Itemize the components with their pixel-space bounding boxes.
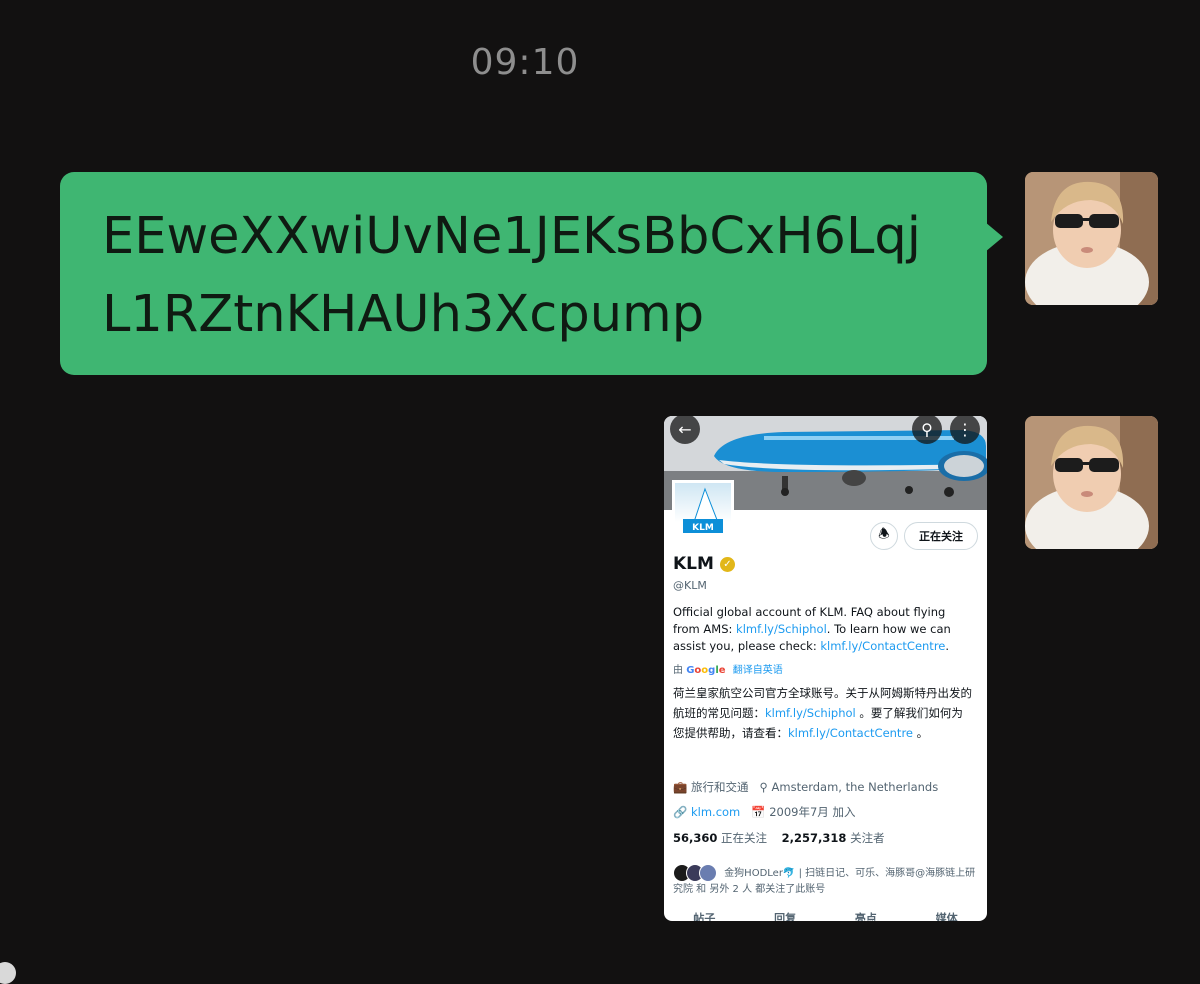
google-logo: Google (686, 665, 726, 676)
following-count[interactable]: 56,360 (673, 831, 717, 845)
followers-count[interactable]: 2,257,318 (782, 831, 847, 845)
translated-text: 。 (913, 726, 929, 740)
category-label: 旅行和交通 (690, 780, 749, 794)
shared-screenshot-image[interactable]: ← ⚲ ⋮ KLM 🕭 正在关注 KLM ✓ @KLM Official glo… (664, 416, 987, 921)
translate-by: 由 (673, 665, 683, 676)
message-timestamp: 09:10 (470, 42, 580, 83)
briefcase-icon: 💼 (673, 780, 688, 794)
notification-bell-icon[interactable]: 🕭 (870, 522, 898, 550)
following-label: 正在关注 (721, 831, 768, 845)
sender-avatar[interactable] (1025, 172, 1158, 305)
profile-meta-row: 💼 旅行和交通 ⚲ Amsterdam, the Netherlands (673, 779, 938, 795)
profile-tabs: 帖子 回复 亮点 媒体 (664, 910, 987, 921)
verified-badge-icon: ✓ (720, 557, 735, 572)
follower-avatar (699, 864, 717, 882)
tab-replies[interactable]: 回复 (774, 910, 796, 921)
chat-message-bubble[interactable]: EEweXXwiUvNe1JEKsBbCxH6LqjL1RZtnKHAUh3Xc… (60, 172, 987, 375)
location-label: Amsterdam, the Netherlands (771, 780, 939, 794)
location-pin-icon: ⚲ (759, 780, 768, 794)
svg-text:KLM: KLM (692, 523, 714, 533)
following-button[interactable]: 正在关注 (904, 522, 978, 550)
followers-label: 关注者 (850, 831, 885, 845)
bubble-tail (985, 222, 1003, 252)
calendar-icon: 📅 (751, 805, 766, 819)
profile-bio: Official global account of KLM. FAQ abou… (673, 604, 973, 655)
sender-avatar[interactable] (1025, 416, 1158, 549)
bio-link-contact[interactable]: klmf.ly/ContactCentre (820, 639, 945, 653)
klm-logo: KLM (672, 480, 734, 542)
bio-text: . (945, 639, 950, 653)
profile-meta-row: 🔗 klm.com 📅 2009年7月 加入 (673, 804, 855, 820)
joined-date: 2009年7月 加入 (769, 805, 856, 819)
followed-by-text: 金狗HODLer🐬 | 扫链日记、可乐、海豚哥@海豚链上研究院 和 另外 2 人… (673, 868, 976, 895)
translated-link-schiphol[interactable]: klmf.ly/Schiphol (765, 706, 856, 720)
website-link[interactable]: klm.com (691, 805, 740, 819)
tab-posts[interactable]: 帖子 (693, 910, 715, 921)
corner-indicator (0, 962, 16, 984)
translated-bio: 荷兰皇家航空公司官方全球账号。关于从阿姆斯特丹出发的航班的常见问题：klmf.l… (673, 683, 973, 743)
tab-media[interactable]: 媒体 (936, 910, 958, 921)
translated-link-contact[interactable]: klmf.ly/ContactCentre (788, 726, 913, 740)
link-icon: 🔗 (673, 805, 688, 819)
profile-handle: @KLM (673, 579, 707, 592)
profile-name: KLM (673, 554, 714, 574)
tab-highlights[interactable]: 亮点 (855, 910, 877, 921)
follow-counts: 56,360 正在关注 2,257,318 关注者 (673, 830, 885, 846)
translate-link[interactable]: 翻译自英语 (733, 665, 783, 676)
bio-link-schiphol[interactable]: klmf.ly/Schiphol (736, 622, 827, 636)
followed-by-row[interactable]: 金狗HODLer🐬 | 扫链日记、可乐、海豚哥@海豚链上研究院 和 另外 2 人… (673, 864, 979, 898)
translation-notice: 由 Google 翻译自英语 (673, 661, 783, 676)
